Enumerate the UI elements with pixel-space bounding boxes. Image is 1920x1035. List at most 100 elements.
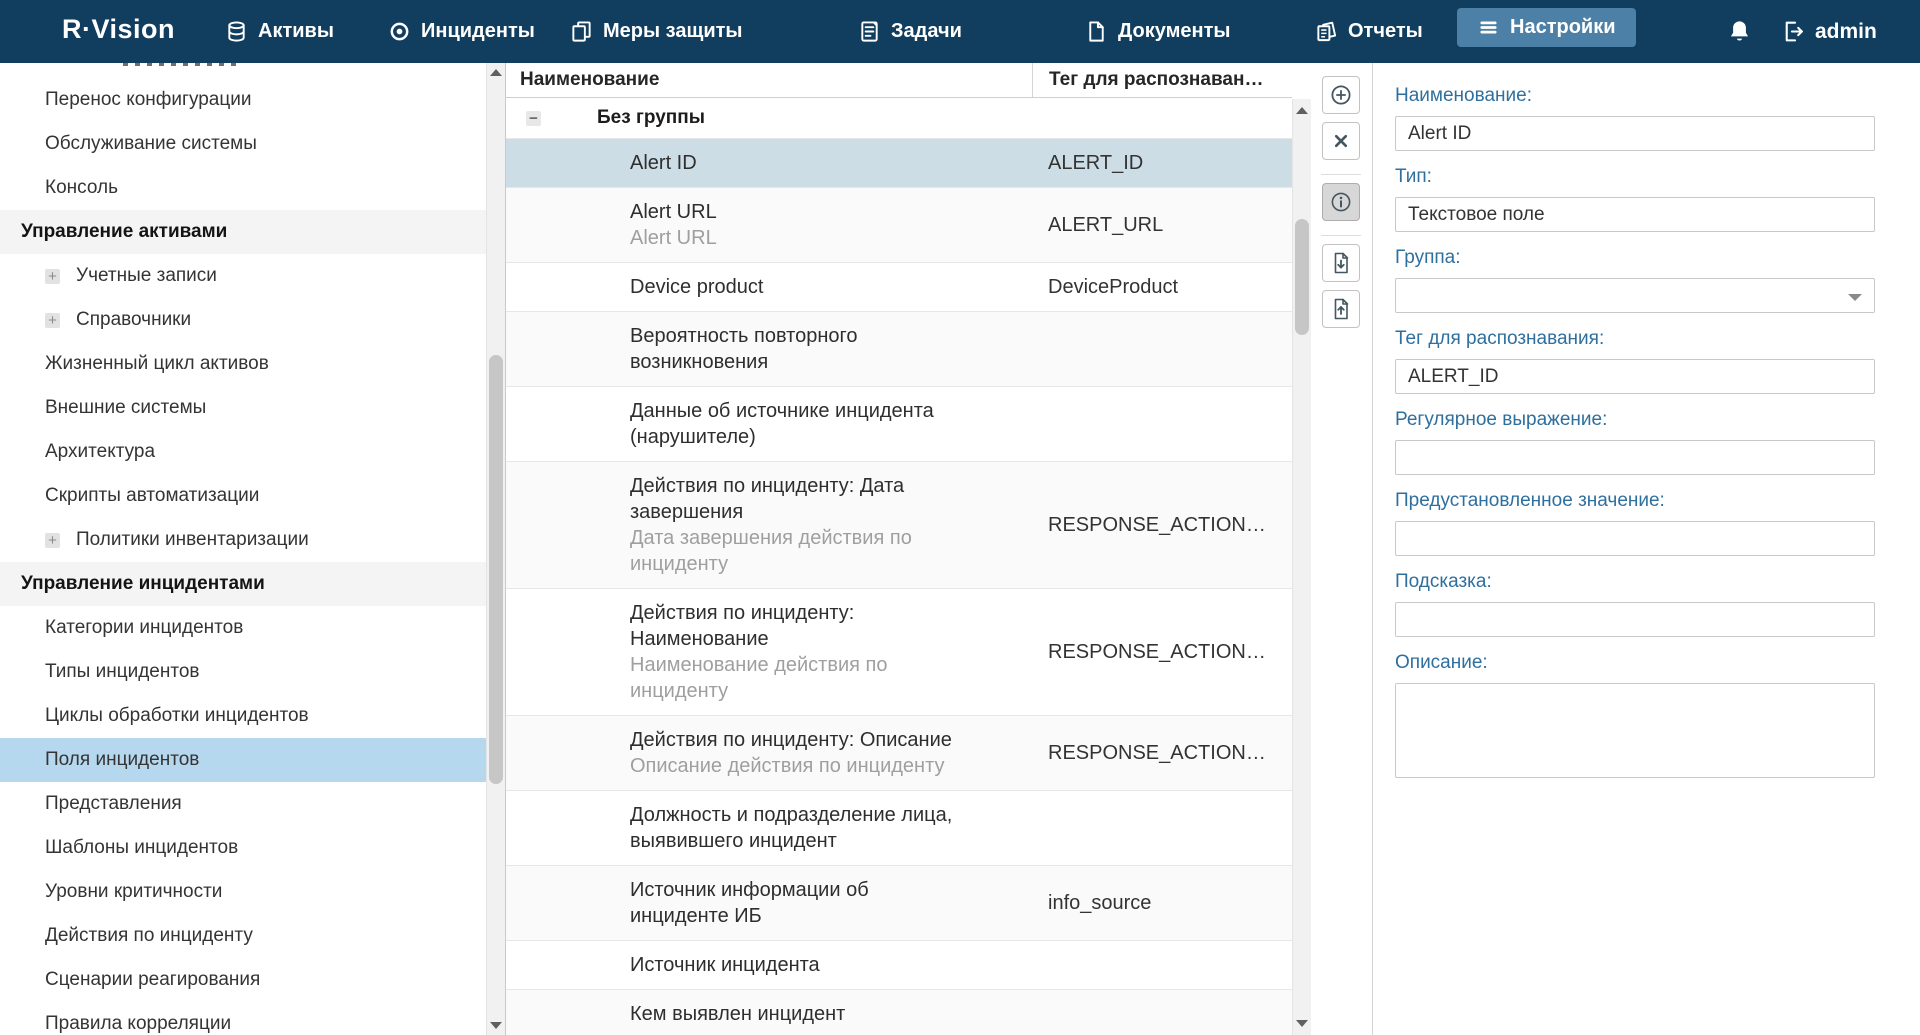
delete-button[interactable] <box>1322 122 1360 160</box>
nav-item-4[interactable]: Задачи <box>858 0 962 63</box>
sidebar-item-7[interactable]: Жизненный цикл активов <box>0 342 486 386</box>
sidebar-item-label: Действия по инциденту <box>45 925 253 947</box>
sidebar-scrollbar[interactable] <box>486 63 505 1035</box>
export-button[interactable] <box>1322 244 1360 282</box>
sidebar-section-4: Управление активами <box>0 210 486 254</box>
sidebar-item-22[interactable]: Правила корреляции <box>0 1002 486 1035</box>
table-row[interactable]: Действия по инциденту: Дата завершенияДа… <box>506 462 1292 589</box>
sidebar-scroll-up-icon[interactable] <box>489 66 503 80</box>
sidebar-item-2[interactable]: Обслуживание системы <box>0 122 486 166</box>
nav-item-3[interactable]: Меры защиты <box>570 0 742 63</box>
info-button[interactable] <box>1322 183 1360 221</box>
table-header: Наименование Тег для распознаван… <box>506 63 1292 98</box>
table-row[interactable]: Кем выявлен инцидент <box>506 990 1292 1035</box>
table-row[interactable]: Действия по инциденту: НаименованиеНаиме… <box>506 589 1292 716</box>
expand-plus-icon[interactable]: + <box>45 533 60 548</box>
copy-icon <box>570 20 593 43</box>
row-subtitle: Дата завершения действия по инциденту <box>630 525 970 577</box>
nav-item-6[interactable]: Отчеты <box>1315 0 1423 63</box>
rvision-app: R·Vision Активы Инциденты Меры защиты Задач… <box>0 0 1920 1035</box>
type-field-label: Тип: <box>1395 167 1874 187</box>
hint-field[interactable] <box>1395 602 1875 637</box>
table-row[interactable]: Device productDeviceProduct <box>506 263 1292 312</box>
sidebar-section-12: Управление инцидентами <box>0 562 486 606</box>
sidebar-item-label: Политики инвентаризации <box>76 529 309 551</box>
tag-field[interactable] <box>1395 359 1875 394</box>
group-row-no-group[interactable]: − Без группы <box>506 98 1292 139</box>
sidebar-item-label: Представления <box>45 793 182 815</box>
table-row[interactable]: Alert URLAlert URLALERT_URL <box>506 188 1292 263</box>
sidebar-item-13[interactable]: Категории инцидентов <box>0 606 486 650</box>
type-field-group: Тип: <box>1395 167 1874 232</box>
group-select[interactable] <box>1395 278 1875 313</box>
sidebar-item-1[interactable]: Перенос конфигурации <box>0 78 486 122</box>
regex-field-group: Регулярное выражение: <box>1395 410 1874 475</box>
table-row[interactable]: Alert IDALERT_ID <box>506 139 1292 188</box>
sidebar-item-20[interactable]: Действия по инциденту <box>0 914 486 958</box>
username-label: admin <box>1815 20 1877 44</box>
sidebar-item-label: Правила корреляции <box>45 1013 231 1035</box>
sidebar-item-label: Обслуживание системы <box>45 133 257 155</box>
rvision-logo: R·Vision <box>62 14 175 45</box>
default-value-field-group: Предустановленное значение: <box>1395 491 1874 556</box>
tag-field-label: Тег для распознавания: <box>1395 329 1874 349</box>
clipped-sidebar-item <box>0 63 486 78</box>
sidebar-item-18[interactable]: Шаблоны инцидентов <box>0 826 486 870</box>
user-logout-button[interactable]: admin <box>1781 0 1877 63</box>
sidebar-item-15[interactable]: Циклы обработки инцидентов <box>0 694 486 738</box>
import-button[interactable] <box>1322 290 1360 328</box>
table-scroll-thumb[interactable] <box>1295 219 1309 335</box>
description-field-group: Описание: <box>1395 653 1874 783</box>
row-title: Должность и подразделение лица, выявивше… <box>630 802 970 854</box>
sidebar-scroll-down-icon[interactable] <box>489 1018 503 1032</box>
nav-item-7[interactable]: Настройки <box>1457 8 1636 47</box>
sidebar-scroll-thumb[interactable] <box>489 355 503 784</box>
sidebar-item-6[interactable]: +Справочники <box>0 298 486 342</box>
notifications-button[interactable] <box>1726 0 1753 63</box>
expand-plus-icon[interactable]: + <box>45 269 60 284</box>
row-title: Действия по инциденту: Наименование <box>630 600 970 652</box>
sidebar-item-19[interactable]: Уровни критичности <box>0 870 486 914</box>
table-row[interactable]: Данные об источнике инцидента (нарушител… <box>506 387 1292 462</box>
name-field[interactable] <box>1395 116 1875 151</box>
column-header-name[interactable]: Наименование <box>506 63 1032 97</box>
add-button[interactable] <box>1322 76 1360 114</box>
table-row[interactable]: Вероятность повторного возникновения <box>506 312 1292 387</box>
table-scroll-up-icon[interactable] <box>1295 104 1309 118</box>
type-field[interactable] <box>1395 197 1875 232</box>
nav-item-2[interactable]: Инциденты <box>388 0 535 63</box>
expand-plus-icon[interactable]: + <box>45 313 60 328</box>
nav-item-label: Активы <box>258 20 334 43</box>
row-title: Данные об источнике инцидента (нарушител… <box>630 398 970 450</box>
sidebar-item-21[interactable]: Сценарии реагирования <box>0 958 486 1002</box>
row-title: Действия по инциденту: Описание <box>630 727 970 753</box>
sidebar-item-10[interactable]: Скрипты автоматизации <box>0 474 486 518</box>
sidebar-item-label: Шаблоны инцидентов <box>45 837 238 859</box>
default-value-field[interactable] <box>1395 521 1875 556</box>
table-scroll-down-icon[interactable] <box>1295 1016 1309 1030</box>
nav-item-5[interactable]: Документы <box>1085 0 1230 63</box>
sidebar-item-14[interactable]: Типы инцидентов <box>0 650 486 694</box>
sidebar-item-17[interactable]: Представления <box>0 782 486 826</box>
sidebar-item-9[interactable]: Архитектура <box>0 430 486 474</box>
table-row[interactable]: Источник информации об инциденте ИБinfo_… <box>506 866 1292 941</box>
nav-item-label: Настройки <box>1510 16 1616 39</box>
description-field[interactable] <box>1395 683 1875 778</box>
row-tag-cell: ALERT_ID <box>1032 139 1292 187</box>
sidebar-item-3[interactable]: Консоль <box>0 166 486 210</box>
column-header-tag[interactable]: Тег для распознаван… <box>1032 63 1292 97</box>
sidebar-item-16[interactable]: Поля инцидентов <box>0 738 486 782</box>
table-scrollbar[interactable] <box>1292 99 1311 1035</box>
chevron-down-icon[interactable] <box>1848 294 1862 301</box>
ledger-icon <box>858 20 881 43</box>
table-row[interactable]: Действия по инциденту: ОписаниеОписание … <box>506 716 1292 791</box>
group-select-label: Группа: <box>1395 248 1874 268</box>
sidebar-item-5[interactable]: +Учетные записи <box>0 254 486 298</box>
table-row[interactable]: Источник инцидента <box>506 941 1292 990</box>
collapse-group-icon[interactable]: − <box>526 111 541 126</box>
regex-field[interactable] <box>1395 440 1875 475</box>
sidebar-item-8[interactable]: Внешние системы <box>0 386 486 430</box>
nav-item-1[interactable]: Активы <box>225 0 334 63</box>
sidebar-item-11[interactable]: + Политики инвентаризации <box>0 518 486 562</box>
table-row[interactable]: Должность и подразделение лица, выявивше… <box>506 791 1292 866</box>
